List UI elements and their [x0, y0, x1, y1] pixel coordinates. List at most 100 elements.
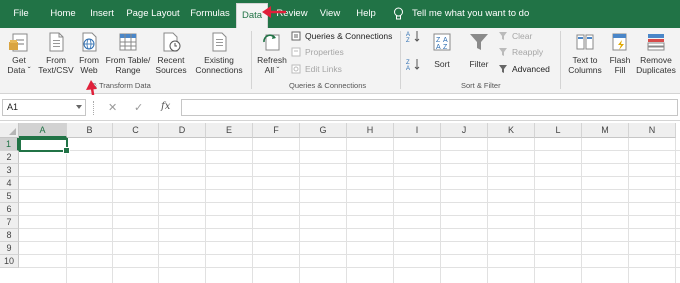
column-header-k[interactable]: K — [488, 123, 535, 138]
column-header-l[interactable]: L — [535, 123, 582, 138]
group-separator — [251, 31, 252, 89]
enter-icon[interactable]: ✓ — [134, 101, 143, 114]
grid-line-vertical — [112, 138, 113, 283]
tab-file[interactable]: File — [4, 0, 38, 28]
existing-connections-label-1: Existing — [204, 55, 234, 65]
row-header-2[interactable]: 2 — [0, 151, 19, 164]
tab-insert[interactable]: Insert — [84, 0, 120, 28]
column-header-h[interactable]: H — [347, 123, 394, 138]
lightbulb-icon — [394, 7, 403, 20]
grid-line-horizontal — [19, 267, 680, 268]
column-header-f[interactable]: F — [253, 123, 300, 138]
chevron-down-icon[interactable] — [76, 105, 82, 109]
from-table-range-button[interactable]: From Table/ Range — [104, 31, 152, 75]
grid-line-vertical — [252, 138, 253, 283]
clear-filter-button[interactable]: Clear — [498, 30, 532, 42]
grid-line-vertical — [66, 138, 67, 283]
row-header-1[interactable]: 1 — [0, 138, 19, 151]
formula-bar-divider — [93, 101, 95, 115]
advanced-filter-button[interactable]: Advanced — [498, 63, 550, 75]
column-header-e[interactable]: E — [206, 123, 253, 138]
tab-formulas[interactable]: Formulas — [186, 0, 234, 28]
row-header-6[interactable]: 6 — [0, 203, 19, 216]
tell-me-search[interactable]: Tell me what you want to do — [412, 0, 529, 28]
group-separator — [400, 31, 401, 89]
svg-text:Z: Z — [436, 37, 441, 44]
text-to-columns-label-1: Text to — [572, 55, 598, 65]
filter-button[interactable]: Filter — [464, 31, 494, 69]
tab-home[interactable]: Home — [44, 0, 82, 28]
flash-fill-button[interactable]: Flash Fill — [607, 31, 633, 75]
row-header-3[interactable]: 3 — [0, 164, 19, 177]
column-header-m[interactable]: M — [582, 123, 629, 138]
text-to-columns-button[interactable]: Text to Columns — [565, 31, 605, 75]
recent-sources-label-1: Recent — [157, 55, 185, 65]
row-header-5[interactable]: 5 — [0, 190, 19, 203]
row-header-10[interactable]: 10 — [0, 255, 19, 268]
sort-a-to-z-button[interactable]: A Z — [406, 30, 422, 44]
properties-icon — [291, 47, 301, 57]
from-web-button[interactable]: From Web — [76, 31, 102, 75]
sort-button[interactable]: Z A A Z Sort — [428, 31, 456, 69]
get-data-icon — [9, 33, 28, 52]
queries-connections-button[interactable]: Queries & Connections — [291, 30, 392, 42]
annotation-arrow-icon — [262, 6, 286, 18]
existing-connections-button[interactable]: Existing Connections — [193, 31, 245, 75]
grid-line-vertical — [440, 138, 441, 283]
edit-links-button[interactable]: Edit Links — [291, 63, 342, 75]
column-header-n[interactable]: N — [629, 123, 676, 138]
sort-ascending-icon: A Z — [406, 31, 420, 44]
insert-function-icon[interactable]: fx — [161, 101, 170, 112]
reapply-button[interactable]: Reapply — [498, 46, 543, 58]
refresh-all-button[interactable]: Refresh All ˇ — [255, 31, 289, 75]
row-header-4[interactable]: 4 — [0, 177, 19, 190]
properties-button[interactable]: Properties — [291, 46, 344, 58]
select-all-corner[interactable] — [0, 123, 19, 138]
clear-filter-icon — [499, 32, 507, 40]
flash-fill-label-1: Flash — [609, 55, 631, 65]
flash-fill-label-2: Fill — [614, 65, 626, 75]
recent-sources-button[interactable]: Recent Sources — [154, 31, 188, 75]
properties-label: Properties — [305, 47, 344, 57]
remove-duplicates-label-1: Remove — [640, 55, 672, 65]
tab-help[interactable]: Help — [350, 0, 382, 28]
name-box-value: A1 — [7, 102, 19, 112]
advanced-filter-icon — [499, 65, 507, 73]
reapply-icon — [499, 48, 507, 56]
row-header-9[interactable]: 9 — [0, 242, 19, 255]
column-header-i[interactable]: I — [394, 123, 441, 138]
text-to-columns-label-2: Columns — [568, 65, 602, 75]
column-header-a[interactable]: A — [19, 123, 67, 138]
sort-z-to-a-button[interactable]: Z A — [406, 58, 422, 72]
name-box[interactable]: A1 — [2, 99, 86, 116]
from-web-label-1: From — [79, 55, 99, 65]
tab-view[interactable]: View — [314, 0, 346, 28]
column-header-g[interactable]: G — [300, 123, 347, 138]
get-data-button[interactable]: Get Data ˇ — [4, 31, 34, 75]
row-header-8[interactable]: 8 — [0, 229, 19, 242]
get-data-label-2: Data ˇ — [7, 65, 31, 75]
grid-line-horizontal — [19, 189, 680, 190]
column-header-b[interactable]: B — [67, 123, 113, 138]
grid-line-vertical — [675, 138, 676, 283]
column-header-d[interactable]: D — [159, 123, 206, 138]
remove-duplicates-button[interactable]: Remove Duplicates — [634, 31, 678, 75]
svg-text:Z: Z — [406, 38, 410, 42]
from-text-csv-button[interactable]: From Text/CSV — [38, 31, 74, 75]
grid-line-vertical — [346, 138, 347, 283]
worksheet-grid: ABCDEFGHIJKLMN 1 2 3 4 5 6 7 8 9 10 — [0, 123, 680, 283]
filter-icon — [470, 34, 488, 50]
formula-input[interactable] — [181, 99, 678, 116]
from-table-range-label-1: From Table/ — [105, 55, 151, 65]
column-header-j[interactable]: J — [441, 123, 488, 138]
active-cell-a1[interactable] — [19, 138, 70, 154]
row-header-7[interactable]: 7 — [0, 216, 19, 229]
column-header-c[interactable]: C — [113, 123, 159, 138]
sort-descending-icon: Z A — [406, 59, 420, 72]
cancel-icon[interactable]: ✕ — [108, 101, 117, 114]
remove-duplicates-label-2: Duplicates — [636, 65, 676, 75]
tab-page-layout[interactable]: Page Layout — [122, 0, 184, 28]
sort-label: Sort — [434, 59, 450, 69]
ribbon-tab-bar: File Home Insert Page Layout Formulas Da… — [0, 0, 680, 28]
refresh-all-label-2: All ˇ — [264, 65, 280, 75]
